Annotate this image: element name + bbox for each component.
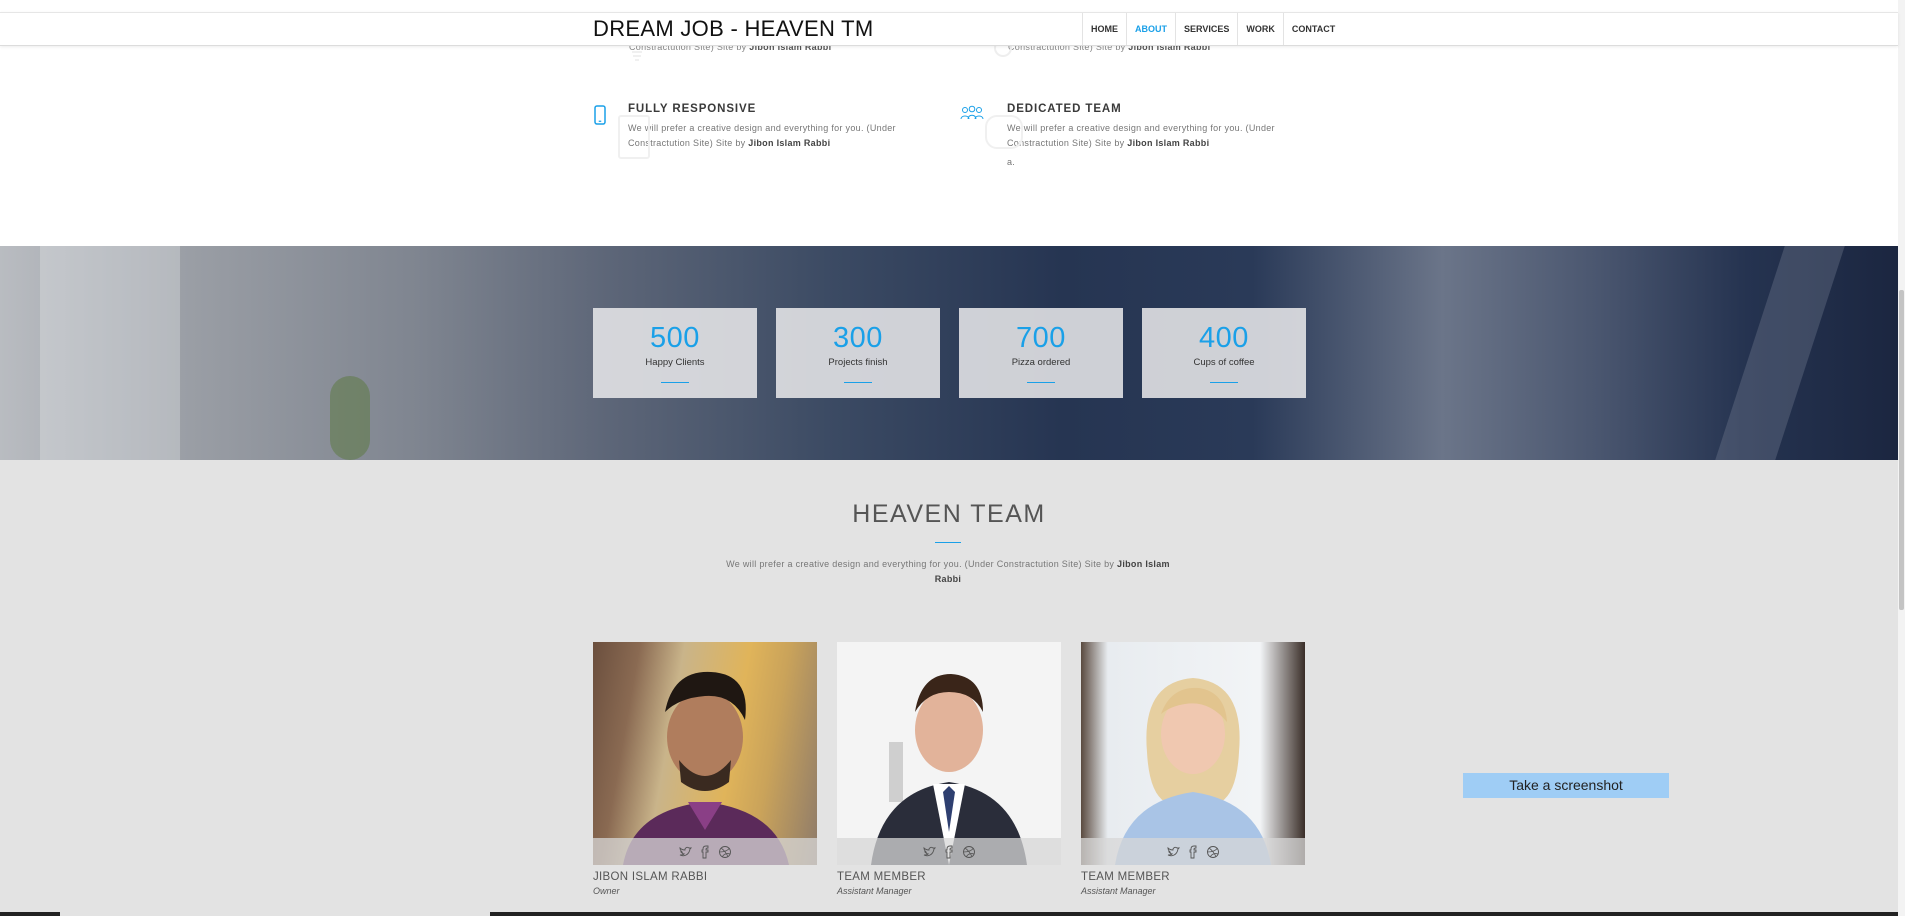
- background-plant: [330, 376, 370, 460]
- team-card-3: TEAM MEMBER Assistant Manager: [1081, 642, 1305, 896]
- background-blur: [40, 246, 180, 460]
- twitter-icon[interactable]: [922, 845, 936, 859]
- member-photo: [593, 642, 817, 865]
- stat-value: 700: [1016, 322, 1066, 354]
- top-navbar: DREAM JOB - HEAVEN TM HOME ABOUT SERVICE…: [0, 12, 1898, 46]
- feature-text: We will prefer a creative design and eve…: [628, 123, 896, 148]
- feature-title: FULLY RESPONSIVE: [628, 103, 757, 115]
- feature-text: We will prefer a creative design and eve…: [1007, 123, 1275, 148]
- member-role: Assistant Manager: [1081, 886, 1156, 896]
- team-icon: [960, 105, 984, 120]
- stats-section: 500 Happy Clients 300 Projects finish 70…: [0, 246, 1898, 460]
- scrollbar-thumb[interactable]: [1899, 290, 1904, 610]
- nav-item-home[interactable]: HOME: [1082, 13, 1126, 45]
- bottom-edge: [490, 912, 1898, 916]
- nav-item-services[interactable]: SERVICES: [1175, 13, 1237, 45]
- brand-title[interactable]: DREAM JOB - HEAVEN TM: [593, 16, 874, 42]
- team-description: We will prefer a creative design and eve…: [726, 559, 1170, 584]
- stat-projects-finish: 300 Projects finish: [776, 308, 940, 398]
- stat-label: Happy Clients: [645, 357, 705, 368]
- team-watermark-icon: [985, 115, 1023, 149]
- twitter-icon[interactable]: [678, 845, 692, 859]
- stat-pizza-ordered: 700 Pizza ordered: [959, 308, 1123, 398]
- lightbulb-icon: [632, 51, 642, 61]
- twitter-icon[interactable]: [1166, 845, 1180, 859]
- member-photo: [1081, 642, 1305, 865]
- nav-item-work[interactable]: WORK: [1237, 13, 1283, 45]
- stat-label: Pizza ordered: [1011, 357, 1071, 368]
- member-name: TEAM MEMBER: [1081, 871, 1170, 883]
- team-section: HEAVEN TEAM We will prefer a creative de…: [0, 460, 1898, 916]
- stat-cups-of-coffee: 400 Cups of coffee: [1142, 308, 1306, 398]
- member-role: Owner: [593, 886, 620, 896]
- social-links: [1081, 838, 1305, 865]
- take-screenshot-button[interactable]: Take a screenshot: [1463, 773, 1669, 798]
- main-nav: HOME ABOUT SERVICES WORK CONTACT: [1082, 13, 1343, 45]
- facebook-icon[interactable]: [698, 845, 712, 859]
- feature-fully-responsive: FULLY RESPONSIVE We will prefer a creati…: [594, 103, 928, 159]
- feature-extra-text: a.: [1007, 157, 1016, 167]
- stat-value: 300: [833, 322, 883, 354]
- team-title-divider: [935, 542, 961, 543]
- nav-item-about[interactable]: ABOUT: [1126, 13, 1175, 45]
- member-name: JIBON ISLAM RABBI: [593, 871, 708, 883]
- member-photo: [837, 642, 1061, 865]
- team-title: HEAVEN TEAM: [852, 500, 1046, 528]
- dribbble-icon[interactable]: [1206, 845, 1220, 859]
- stat-divider: [1210, 382, 1238, 383]
- member-role: Assistant Manager: [837, 886, 912, 896]
- facebook-icon[interactable]: [942, 845, 956, 859]
- stat-value: 400: [1199, 322, 1249, 354]
- stat-happy-clients: 500 Happy Clients: [593, 308, 757, 398]
- facebook-icon[interactable]: [1186, 845, 1200, 859]
- feature-title: DEDICATED TEAM: [1007, 103, 1122, 115]
- nav-item-contact[interactable]: CONTACT: [1282, 13, 1343, 45]
- stat-label: Projects finish: [828, 357, 888, 368]
- social-links: [593, 838, 817, 865]
- dribbble-icon[interactable]: [718, 845, 732, 859]
- mobile-watermark-icon: [618, 115, 650, 159]
- mobile-icon: [594, 105, 606, 125]
- social-links: [837, 838, 1061, 865]
- page-scrollbar[interactable]: [1898, 0, 1905, 916]
- dribbble-icon[interactable]: [962, 845, 976, 859]
- feature-dedicated-team: DEDICATED TEAM We will prefer a creative…: [960, 103, 1307, 170]
- member-name: TEAM MEMBER: [837, 871, 926, 883]
- team-card-2: TEAM MEMBER Assistant Manager: [837, 642, 1061, 896]
- stat-divider: [844, 382, 872, 383]
- stat-divider: [661, 382, 689, 383]
- team-card-1: JIBON ISLAM RABBI Owner: [593, 642, 817, 896]
- bottom-edge: [0, 912, 60, 916]
- background-stripe: [1715, 246, 1845, 460]
- stat-label: Cups of coffee: [1193, 357, 1255, 368]
- stat-divider: [1027, 382, 1055, 383]
- stat-value: 500: [650, 322, 700, 354]
